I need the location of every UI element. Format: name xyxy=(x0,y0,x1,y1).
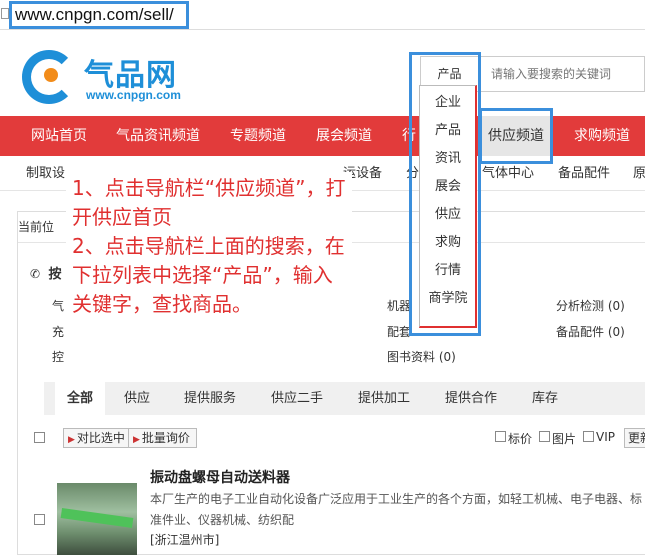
vip-filter-label: VIP xyxy=(596,430,615,444)
breadcrumb: 当前位 xyxy=(18,220,55,234)
tab-stock[interactable]: 库存 xyxy=(520,382,570,415)
tab-all[interactable]: 全部 xyxy=(55,382,106,415)
instruction-annotation: 1、点击导航栏“供应频道”，打开供应首页 2、点击导航栏上面的搜索，在下拉列表中… xyxy=(66,172,352,352)
page-icon xyxy=(1,8,9,19)
category-link[interactable]: 备品配件 (0) xyxy=(556,323,625,340)
subnav-item[interactable]: 制取设 xyxy=(26,157,65,191)
instruction-step-2: 2、点击导航栏上面的搜索，在下拉列表中选择“产品”，输入关键字，查找商品。 xyxy=(72,234,345,316)
product-image-detail xyxy=(60,508,134,528)
product-location: [浙江温州市] xyxy=(150,533,220,547)
category-link[interactable]: 气 xyxy=(52,297,64,314)
nav-item-expo[interactable]: 展会频道 xyxy=(316,116,372,156)
tab-supply[interactable]: 供应 xyxy=(112,382,162,415)
list-toolbar: ▶对比选中 ▶批量询价 标价 图片 VIP 更新 xyxy=(30,428,645,450)
listing-tabs: 全部 供应 提供服务 供应二手 提供加工 提供合作 库存 xyxy=(44,382,645,415)
category-heading: ✆ 按 xyxy=(30,263,62,282)
product-description: 本厂生产的电子工业自动化设备广泛应用于工业生产的各个方面，如轻工机械、电子电器、… xyxy=(150,492,643,527)
sort-update-button[interactable]: 更新 xyxy=(624,428,645,448)
arrow-right-icon: ▶ xyxy=(133,435,140,445)
category-link[interactable]: 控 xyxy=(52,348,64,365)
nav-item-news[interactable]: 气品资讯频道 xyxy=(116,116,200,156)
highlight-frame-supply-nav xyxy=(479,108,553,164)
price-filter-checkbox[interactable] xyxy=(495,431,506,442)
compare-button[interactable]: ▶ 对比选中 xyxy=(63,428,132,448)
nav-item-buy[interactable]: 求购频道 xyxy=(574,116,630,156)
category-link[interactable]: 分析检测 (0) xyxy=(556,297,625,314)
compare-button-label: 对比选中 xyxy=(76,431,125,445)
product-title[interactable]: 振动盘螺母自动送料器 xyxy=(150,467,290,487)
highlight-frame-dropdown xyxy=(409,52,481,336)
phone-icon: ✆ xyxy=(30,267,41,281)
category-link[interactable]: 配套 xyxy=(387,323,411,340)
tab-cooperation[interactable]: 提供合作 xyxy=(433,382,509,415)
product-checkbox[interactable] xyxy=(34,514,45,525)
logo-domain: www.cnpgn.com xyxy=(86,88,181,102)
subnav-item[interactable]: 原 xyxy=(633,157,645,191)
category-link[interactable]: 机器 xyxy=(387,297,411,314)
nav-item-home[interactable]: 网站首页 xyxy=(31,116,87,156)
logo-dot-icon xyxy=(44,68,58,82)
bulk-inquiry-button[interactable]: ▶ 批量询价 xyxy=(128,428,197,448)
image-filter-checkbox[interactable] xyxy=(539,431,550,442)
category-link[interactable]: 图书资料 (0) xyxy=(387,348,456,365)
select-all-checkbox[interactable] xyxy=(34,432,45,443)
search-input[interactable] xyxy=(491,57,641,91)
category-heading-label: 按 xyxy=(48,267,62,282)
vip-filter-checkbox[interactable] xyxy=(583,431,594,442)
product-image[interactable] xyxy=(57,483,137,555)
arrow-right-icon: ▶ xyxy=(68,435,75,445)
image-filter-label: 图片 xyxy=(552,432,577,446)
instruction-step-1: 1、点击导航栏“供应频道”，打开供应首页 xyxy=(72,176,346,229)
bulk-inquiry-button-label: 批量询价 xyxy=(141,431,190,445)
tab-processing[interactable]: 提供加工 xyxy=(346,382,422,415)
price-filter-label: 标价 xyxy=(508,432,533,446)
url-field[interactable]: www.cnpgn.com/sell/ xyxy=(9,1,189,29)
browser-address-bar: www.cnpgn.com/sell/ xyxy=(0,0,645,30)
category-link[interactable]: 充 xyxy=(52,323,64,340)
tab-used[interactable]: 供应二手 xyxy=(259,382,335,415)
site-logo[interactable]: 气品网 www.cnpgn.com xyxy=(20,48,200,108)
tab-service[interactable]: 提供服务 xyxy=(172,382,248,415)
subnav-item[interactable]: 备品配件 xyxy=(558,157,610,191)
nav-item-topics[interactable]: 专题频道 xyxy=(230,116,286,156)
